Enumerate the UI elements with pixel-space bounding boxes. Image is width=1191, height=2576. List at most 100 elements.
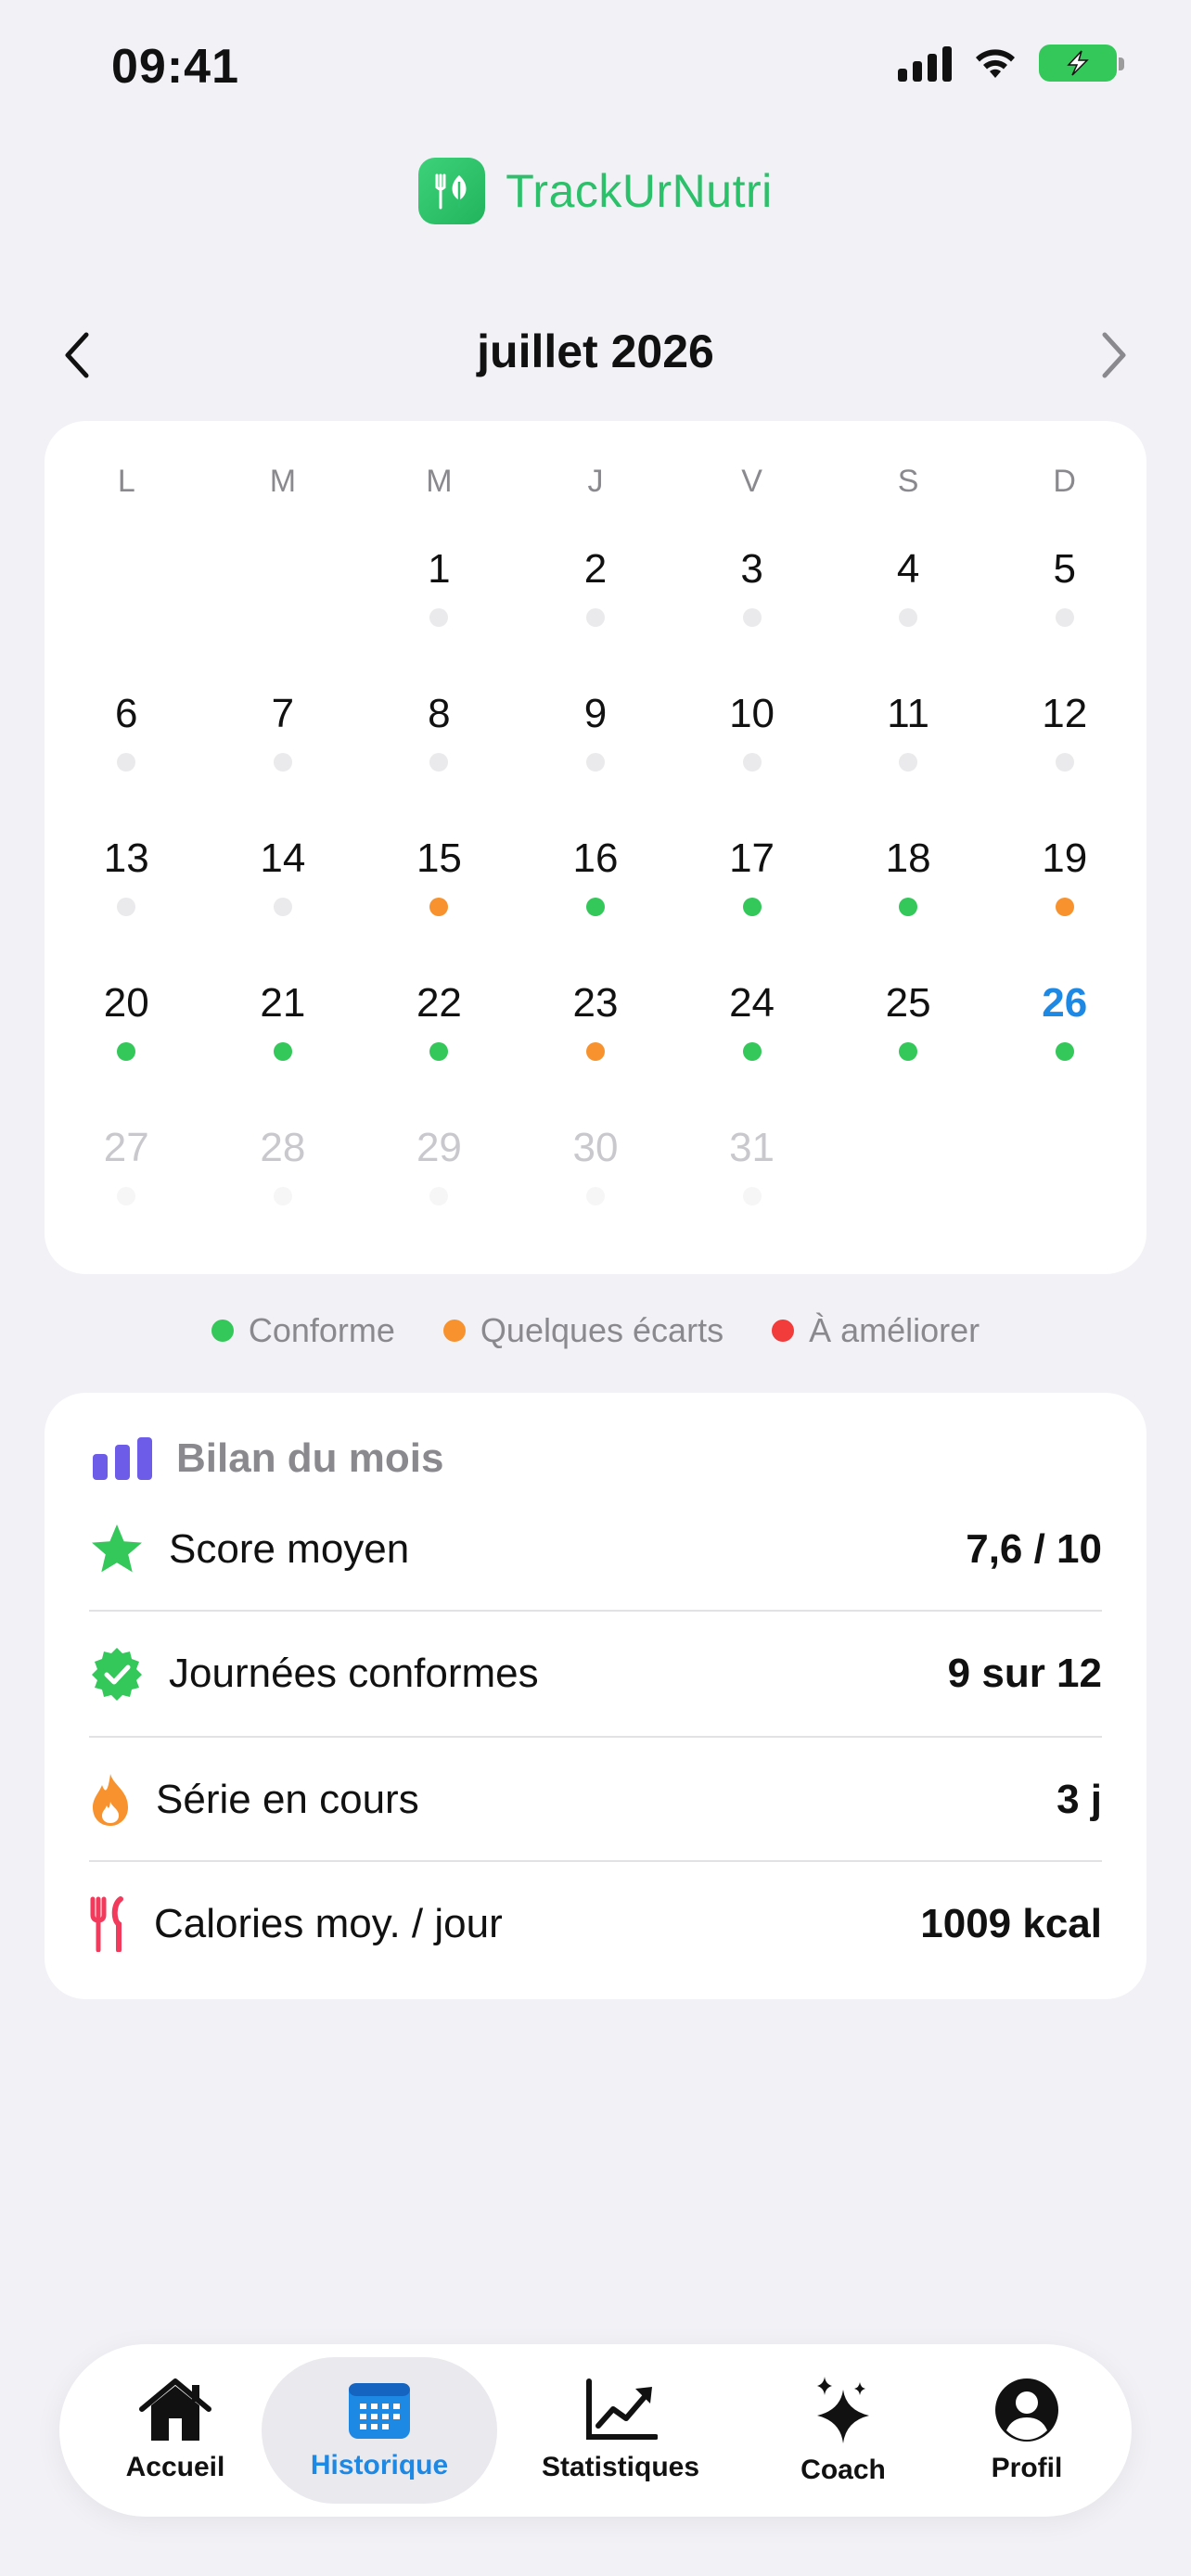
monthly-summary-card: Bilan du mois Score moyen 7,6 / 10 Journ…	[45, 1393, 1146, 1999]
calendar-day-number: 10	[729, 691, 775, 736]
tab-statistiques[interactable]: Statistiques	[505, 2344, 736, 2517]
calendar-day[interactable]: 26	[986, 976, 1143, 1120]
calendar-day-number: 3	[740, 546, 763, 592]
tab-profil[interactable]: Profil	[922, 2344, 1132, 2517]
calendar-day[interactable]: 10	[673, 686, 830, 831]
verified-badge-icon	[92, 1648, 142, 1701]
calendar-day-number: 21	[260, 980, 306, 1026]
cellular-signal-icon	[898, 45, 952, 82]
calendar-day: 31	[673, 1120, 830, 1265]
legend-item-ameliorer: À améliorer	[772, 1311, 980, 1350]
calendar-day: 30	[518, 1120, 674, 1265]
legend-dot	[772, 1320, 795, 1342]
summary-value: 9 sur 12	[947, 1651, 1102, 1696]
calendar-day[interactable]: 20	[48, 976, 205, 1120]
day-status-dot	[899, 1042, 918, 1061]
calendar-day-number: 26	[1042, 980, 1088, 1026]
calendar-day[interactable]: 25	[830, 976, 987, 1120]
day-status-dot	[1055, 1042, 1074, 1061]
fork-knife-icon	[90, 1896, 123, 1952]
calendar-day[interactable]: 8	[361, 686, 518, 831]
day-status-dot	[117, 1042, 136, 1061]
star-icon	[92, 1524, 142, 1573]
day-status-dot	[899, 898, 918, 916]
day-status-dot	[273, 898, 292, 916]
flame-icon	[93, 1774, 128, 1826]
day-status-dot	[273, 753, 292, 772]
calendar-day-number: 9	[583, 691, 608, 736]
app-logo-icon	[418, 158, 486, 224]
day-status-dot	[117, 1187, 136, 1205]
calendar-day[interactable]: 2	[518, 542, 674, 686]
bar-chart-icon	[93, 1437, 152, 1480]
day-status-dot	[273, 1042, 292, 1061]
day-status-dot	[742, 753, 762, 772]
calendar-day-number: 11	[887, 691, 929, 736]
calendar-day[interactable]: 13	[48, 831, 205, 976]
legend-dot	[211, 1320, 234, 1342]
calendar-day[interactable]: 1	[361, 542, 518, 686]
next-month-button[interactable]	[1082, 323, 1146, 388]
calendar-day-number: 29	[416, 1125, 462, 1170]
month-navigation: juillet 2026	[45, 315, 1146, 393]
day-status-dot	[585, 1187, 605, 1205]
calendar-day-number: 27	[103, 1125, 149, 1170]
calendar-day[interactable]: 9	[518, 686, 674, 831]
battery-charging-icon	[1039, 45, 1124, 82]
weekday-label: S	[897, 464, 919, 499]
calendar-day-number: 2	[583, 546, 608, 592]
tab-label: Historique	[310, 2450, 449, 2480]
calendar-day[interactable]: 24	[673, 976, 830, 1120]
calendar-day[interactable]: 19	[986, 831, 1143, 976]
day-status-dot	[429, 753, 449, 772]
summary-header: Bilan du mois	[93, 1435, 443, 1482]
wifi-icon	[976, 49, 1015, 78]
day-status-dot	[429, 1187, 449, 1205]
summary-value: 1009 kcal	[920, 1901, 1102, 1946]
calendar-day-number: 31	[729, 1125, 775, 1170]
calendar-day[interactable]: 21	[205, 976, 362, 1120]
calendar-day[interactable]: 11	[830, 686, 987, 831]
calendar-day[interactable]: 22	[361, 976, 518, 1120]
home-icon	[139, 2378, 211, 2441]
day-status-dot	[117, 753, 136, 772]
calendar-day-number: 4	[896, 546, 920, 592]
app-header: TrackUrNutri	[0, 158, 1191, 224]
calendar-day[interactable]: 7	[205, 686, 362, 831]
calendar-day[interactable]: 15	[361, 831, 518, 976]
calendar-day: 28	[205, 1120, 362, 1265]
summary-row-conformes: Journées conformes 9 sur 12	[89, 1612, 1102, 1736]
calendar-card: L M M J V S D 1 2 3 4 5 6 7 8 9 10 11 12 13 14 15 16 17 1…	[45, 421, 1146, 1274]
weekday-label: M	[426, 464, 453, 499]
calendar-day[interactable]: 16	[518, 831, 674, 976]
calendar-day-number: 12	[1042, 691, 1088, 736]
day-status-dot	[1055, 898, 1074, 916]
legend-label: Conforme	[248, 1311, 395, 1349]
day-status-dot	[429, 1042, 449, 1061]
day-status-dot	[742, 1042, 762, 1061]
weekday-label: M	[269, 464, 297, 499]
calendar-day-number: 17	[729, 835, 775, 881]
chevron-right-icon	[1102, 332, 1126, 378]
calendar-day[interactable]: 4	[830, 542, 987, 686]
tab-historique[interactable]: Historique	[262, 2357, 497, 2504]
weekday-label: V	[741, 464, 762, 499]
calendar-day-number: 18	[885, 835, 931, 881]
calendar-day[interactable]: 18	[830, 831, 987, 976]
calendar-day[interactable]: 5	[986, 542, 1143, 686]
day-status-dot	[899, 753, 918, 772]
calendar-day: 29	[361, 1120, 518, 1265]
calendar-day-number: 25	[885, 980, 931, 1026]
calendar-day: 27	[48, 1120, 205, 1265]
calendar-day-number: 6	[115, 691, 138, 736]
calendar-day[interactable]: 17	[673, 831, 830, 976]
tab-accueil[interactable]: Accueil	[59, 2344, 291, 2517]
calendar-day[interactable]: 23	[518, 976, 674, 1120]
status-icons	[898, 45, 1124, 82]
day-status-dot	[899, 608, 918, 627]
calendar-day[interactable]: 3	[673, 542, 830, 686]
calendar-day[interactable]: 6	[48, 686, 205, 831]
calendar-day[interactable]: 14	[205, 831, 362, 976]
legend-dot	[442, 1320, 466, 1342]
calendar-day[interactable]: 12	[986, 686, 1143, 831]
